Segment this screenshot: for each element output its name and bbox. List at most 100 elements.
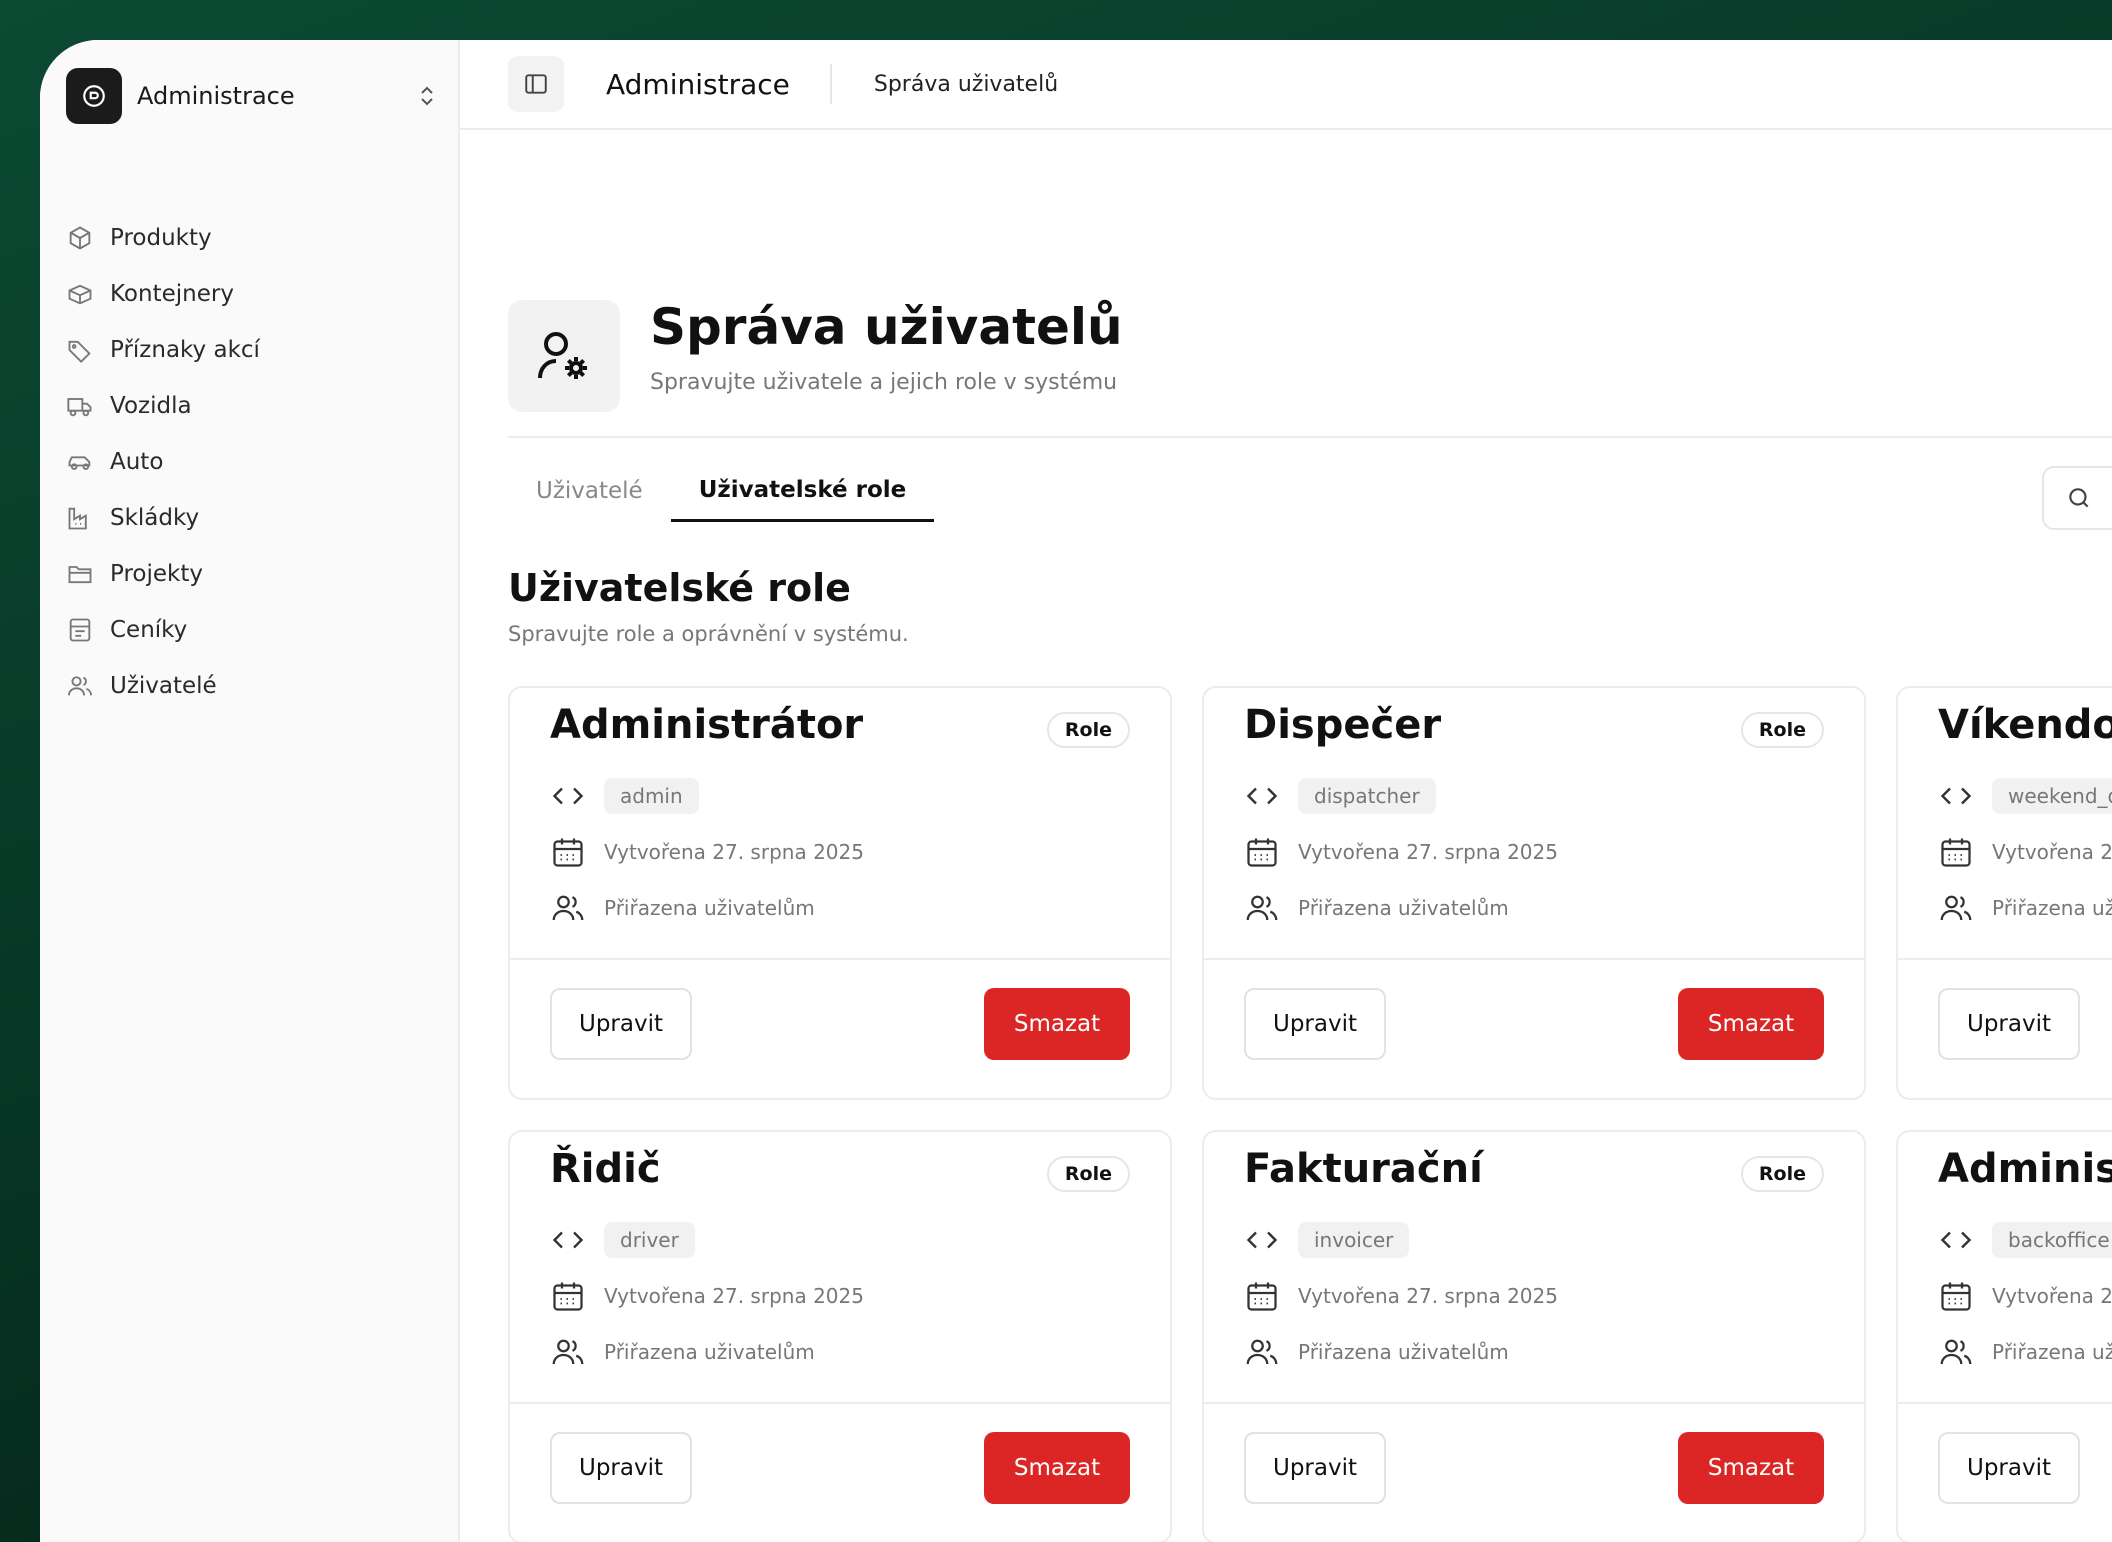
role-assigned: Přiřazena uživatelům [604, 896, 815, 920]
sidebar-item-label: Ceníky [110, 617, 188, 643]
delete-role-button[interactable]: Smazat [984, 1432, 1130, 1504]
role-code-row: invoicer [1244, 1218, 1410, 1262]
role-created: Vytvořena 27. srpna 2025 [1298, 1284, 1558, 1308]
edit-role-button[interactable]: Upravit [1938, 988, 2080, 1060]
role-assigned-row: Přiřazena uživ [1938, 1330, 2112, 1374]
delete-role-button[interactable]: Smazat [1678, 988, 1824, 1060]
role-assigned: Přiřazena uživatelům [1298, 1340, 1509, 1364]
role-name: Administrátor [550, 702, 864, 748]
sidebar-item-label: Uživatelé [110, 673, 217, 699]
section-title: Uživatelské role [508, 566, 851, 610]
sidebar-item-skladky[interactable]: Skládky [66, 490, 436, 546]
pricelist-icon [69, 618, 91, 642]
role-name: Dispečer [1244, 702, 1442, 748]
role-created-row: Vytvořena 27. srpna 2025 [1244, 830, 1558, 874]
edit-role-button[interactable]: Upravit [1244, 988, 1386, 1060]
role-card: Dispečer Role dispatcher Vytvořena 27. s… [1202, 686, 1866, 1100]
calendar-icon [1941, 1282, 1971, 1311]
role-created: Vytvořena 27. srpna 2025 [1298, 840, 1558, 864]
role-name: Víkendový [1938, 702, 2112, 748]
toggle-sidebar-button[interactable] [508, 56, 564, 112]
role-created: Vytvořena 27. srpna 2025 [604, 840, 864, 864]
chevrons-up-down-icon[interactable] [412, 81, 442, 111]
sidebar-item-kontejnery[interactable]: Kontejnery [66, 266, 436, 322]
sidebar-item-produkty[interactable]: Produkty [66, 210, 436, 266]
users-icon [552, 895, 584, 921]
users-icon [1246, 895, 1278, 921]
sidebar-item-auto[interactable]: Auto [66, 434, 436, 490]
app-switcher[interactable]: Administrace [66, 68, 446, 124]
sidebar-item-label: Příznaky akcí [110, 337, 260, 363]
edit-role-button[interactable]: Upravit [1938, 1432, 2080, 1504]
role-assigned: Přiřazena uživatelům [1298, 896, 1509, 920]
edit-role-button[interactable]: Upravit [550, 988, 692, 1060]
tab-uzivatelske-role[interactable]: Uživatelské role [670, 460, 935, 522]
sidebar-item-vozidla[interactable]: Vozidla [66, 378, 436, 434]
tab-list: Uživatelé Uživatelské role [508, 460, 935, 522]
role-code: backoffice [1992, 1222, 2112, 1258]
edit-role-button[interactable]: Upravit [550, 1432, 692, 1504]
sidebar-item-priznaky-akci[interactable]: Příznaky akcí [66, 322, 436, 378]
card-divider [510, 958, 1170, 960]
role-created-row: Vytvořena 27. srpna 2025 [550, 830, 864, 874]
role-badge: Role [1046, 1156, 1130, 1192]
role-assigned: Přiřazena uživatelům [604, 1340, 815, 1364]
role-created-row: Vytvořena 27. srpna 2025 [1244, 1274, 1558, 1318]
role-assigned-row: Přiřazena uživatelům [1244, 886, 1509, 930]
page-title: Správa uživatelů [650, 298, 1123, 356]
role-code-row: admin [550, 774, 699, 818]
role-name: Administra [1938, 1146, 2112, 1192]
role-card: Fakturační Role invoicer Vytvořena 27. s… [1202, 1130, 1866, 1542]
sidebar-item-label: Produkty [110, 225, 212, 251]
sidebar-panel-icon [525, 74, 547, 94]
users-icon [552, 1339, 584, 1365]
users-icon [1940, 1339, 1972, 1365]
tag-icon [68, 340, 91, 363]
role-card: Víkendový Role weekend_di Vytvořena 27. … [1896, 686, 2112, 1100]
users-icon [1246, 1339, 1278, 1365]
role-assigned-row: Přiřazena uživatelům [1244, 1330, 1509, 1374]
folder-icon [68, 566, 92, 584]
topbar-divider [829, 64, 832, 104]
role-code-row: weekend_di [1938, 774, 2112, 818]
role-created-row: Vytvořena 27. s [1938, 830, 2112, 874]
calendar-icon [1941, 838, 1971, 867]
sidebar-item-uzivatele[interactable]: Uživatelé [66, 658, 436, 714]
sidebar-item-label: Projekty [110, 561, 203, 587]
role-created-row: Vytvořena 27. srpna 2025 [550, 1274, 864, 1318]
sidebar-item-ceniky[interactable]: Ceníky [66, 602, 436, 658]
tab-uzivatele[interactable]: Uživatelé [508, 460, 671, 522]
role-created-row: Vytvořena 27. s [1938, 1274, 2112, 1318]
code-icon [552, 1231, 584, 1249]
users-icon [1940, 895, 1972, 921]
delete-role-button[interactable]: Smazat [984, 988, 1130, 1060]
code-icon [1246, 1231, 1278, 1249]
sidebar-nav: Produkty Kontejnery Příznaky akcí Vozidl… [66, 210, 436, 714]
edit-role-button[interactable]: Upravit [1244, 1432, 1386, 1504]
role-code-row: driver [550, 1218, 695, 1262]
code-icon [552, 787, 584, 805]
search-input[interactable] [2042, 466, 2112, 530]
sidebar-item-label: Auto [110, 449, 164, 475]
sidebar-item-projekty[interactable]: Projekty [66, 546, 436, 602]
role-code: dispatcher [1298, 778, 1436, 814]
sidebar-item-label: Kontejnery [110, 281, 234, 307]
breadcrumb[interactable]: Správa uživatelů [874, 72, 1058, 97]
role-code-row: dispatcher [1244, 774, 1436, 818]
factory-icon [68, 507, 87, 530]
calendar-icon [553, 838, 583, 867]
delete-role-button[interactable]: Smazat [1678, 1432, 1824, 1504]
card-divider [510, 1402, 1170, 1404]
role-card: Administrátor Role admin Vytvořena 27. s… [508, 686, 1172, 1100]
sidebar-item-label: Vozidla [110, 393, 192, 419]
header-divider [508, 436, 2112, 438]
calendar-icon [1247, 838, 1277, 867]
role-assigned-row: Přiřazena uživ [1938, 886, 2112, 930]
calendar-icon [1247, 1282, 1277, 1311]
page-subtitle: Spravujte uživatele a jejich role v syst… [650, 370, 1118, 395]
role-code: invoicer [1298, 1222, 1410, 1258]
role-created: Vytvořena 27. srpna 2025 [604, 1284, 864, 1308]
calendar-icon [553, 1282, 583, 1311]
users-icon [67, 676, 93, 696]
role-code: admin [604, 778, 699, 814]
